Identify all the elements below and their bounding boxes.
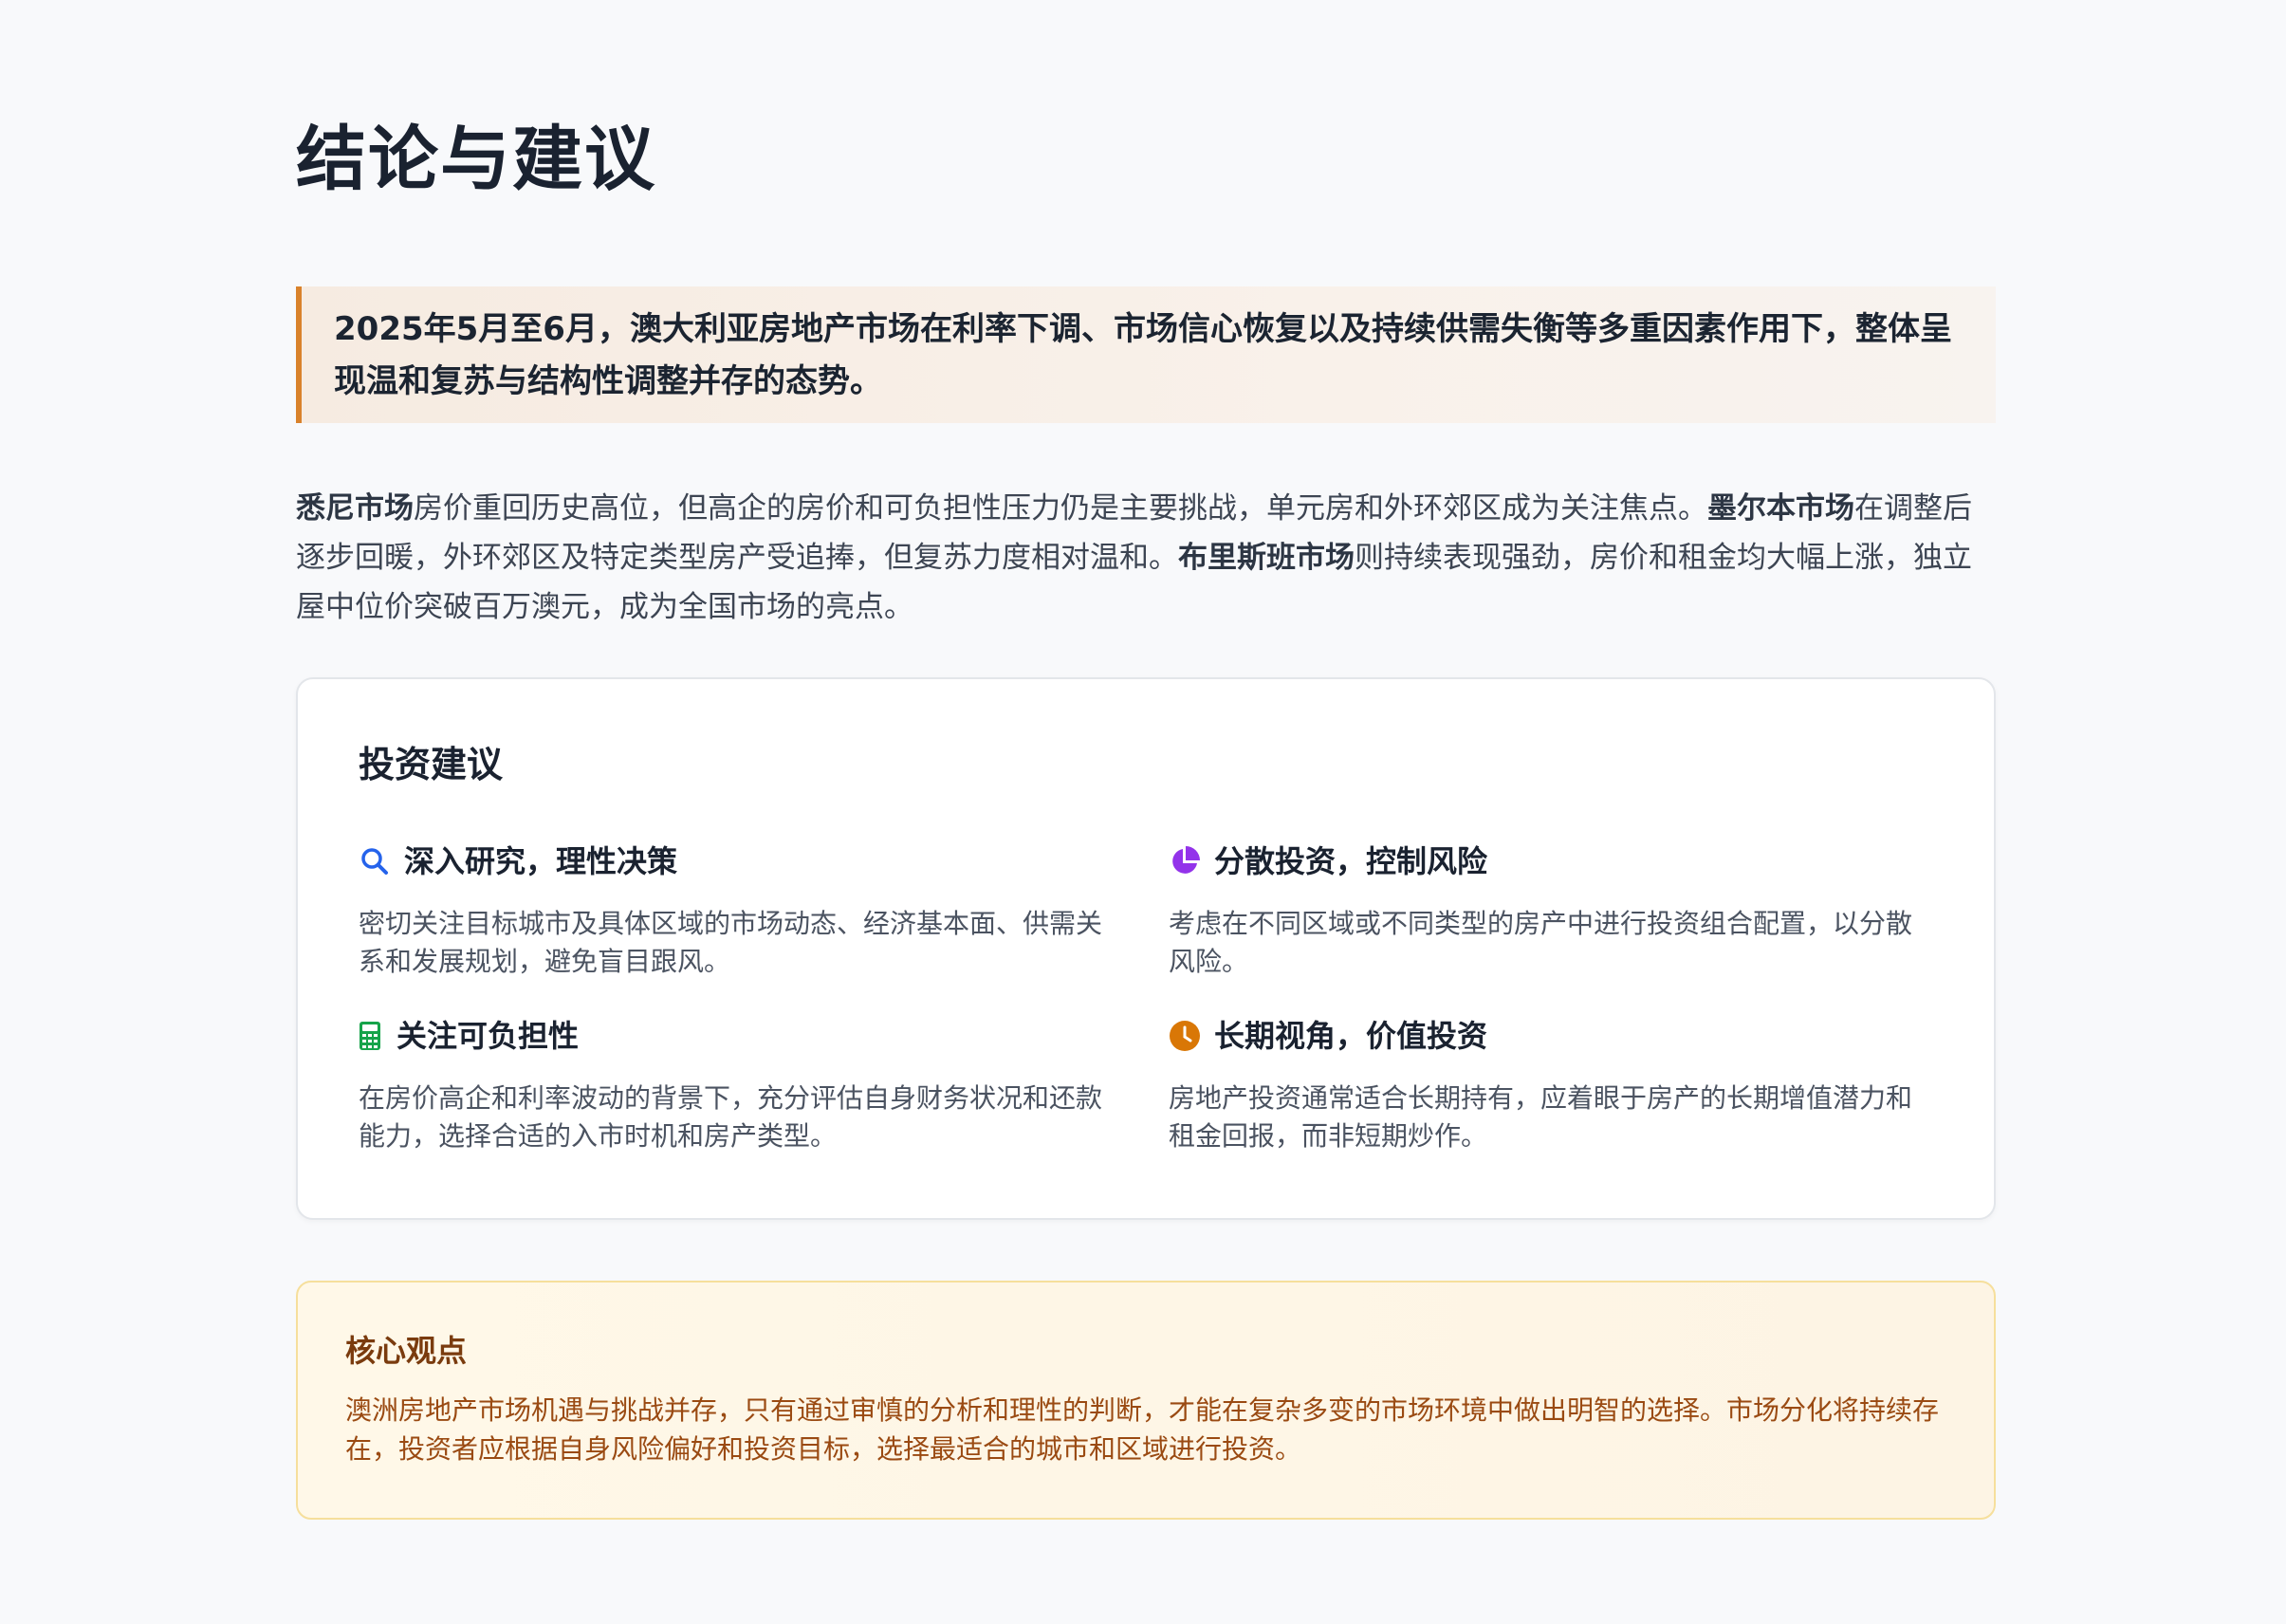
lead-callout: 2025年5月至6月，澳大利亚房地产市场在利率下调、市场信心恢复以及持续供需失衡… (296, 286, 1996, 423)
pie-chart-icon (1169, 845, 1201, 877)
brisbane-label: 布里斯班市场 (1178, 541, 1355, 575)
advice-item-header: 深入研究，理性决策 (359, 839, 1108, 884)
core-viewpoint-title: 核心观点 (345, 1333, 468, 1369)
melbourne-label: 墨尔本市场 (1707, 491, 1854, 526)
advice-item-heading: 长期视角，价值投资 (1214, 1018, 1488, 1054)
advice-item-research: 深入研究，理性决策 密切关注目标城市及具体区域的市场动态、经济基本面、供需关系和… (359, 839, 1108, 981)
advice-item-long-term: 长期视角，价值投资 房地产投资通常适合长期持有，应着眼于房产的长期增值潜力和租金… (1169, 1013, 1918, 1155)
market-summary: 悉尼市场房价重回历史高位，但高企的房价和可负担性压力仍是主要挑战，单元房和外环郊… (296, 484, 1996, 632)
advice-item-heading: 深入研究，理性决策 (404, 843, 678, 879)
sydney-label: 悉尼市场 (296, 491, 414, 526)
advice-item-header: 关注可负担性 (359, 1013, 1108, 1059)
advice-item-text: 在房价高企和利率波动的背景下，充分评估自身财务状况和还款能力，选择合适的入市时机… (359, 1082, 1103, 1152)
advice-item-affordability: 关注可负担性 在房价高企和利率波动的背景下，充分评估自身财务状况和还款能力，选择… (359, 1013, 1108, 1155)
calculator-icon (359, 1020, 381, 1052)
advice-item-header: 长期视角，价值投资 (1169, 1013, 1918, 1059)
advice-card-title: 投资建议 (359, 744, 504, 785)
core-viewpoint-text: 澳洲房地产市场机遇与挑战并存，只有通过审慎的分析和理性的判断，才能在复杂多变的市… (345, 1394, 1940, 1465)
sydney-text: 房价重回历史高位，但高企的房价和可负担性压力仍是主要挑战，单元房和外环郊区成为关… (414, 491, 1707, 526)
advice-item-heading: 关注可负担性 (396, 1018, 580, 1054)
search-icon (359, 845, 391, 877)
clock-icon (1169, 1020, 1201, 1052)
lead-text: 2025年5月至6月，澳大利亚房地产市场在利率下调、市场信心恢复以及持续供需失衡… (334, 310, 1952, 400)
advice-item-text: 房地产投资通常适合长期持有，应着眼于房产的长期增值潜力和租金回报，而非短期炒作。 (1169, 1082, 1913, 1152)
core-viewpoint-box: 核心观点 澳洲房地产市场机遇与挑战并存，只有通过审慎的分析和理性的判断，才能在复… (296, 1281, 1996, 1520)
advice-item-heading: 分散投资，控制风险 (1214, 843, 1488, 879)
investment-advice-card: 投资建议 深入研究，理性决策 密切关注目标城市及具体区域的市场动态、经济基本面、… (296, 677, 1996, 1220)
advice-item-text: 考虑在不同区域或不同类型的房产中进行投资组合配置，以分散风险。 (1169, 908, 1913, 977)
advice-item-header: 分散投资，控制风险 (1169, 839, 1918, 884)
advice-item-text: 密切关注目标城市及具体区域的市场动态、经济基本面、供需关系和发展规划，避免盲目跟… (359, 908, 1103, 977)
page-title: 结论与建议 (296, 119, 656, 200)
advice-item-diversify: 分散投资，控制风险 考虑在不同区域或不同类型的房产中进行投资组合配置，以分散风险… (1169, 839, 1918, 981)
